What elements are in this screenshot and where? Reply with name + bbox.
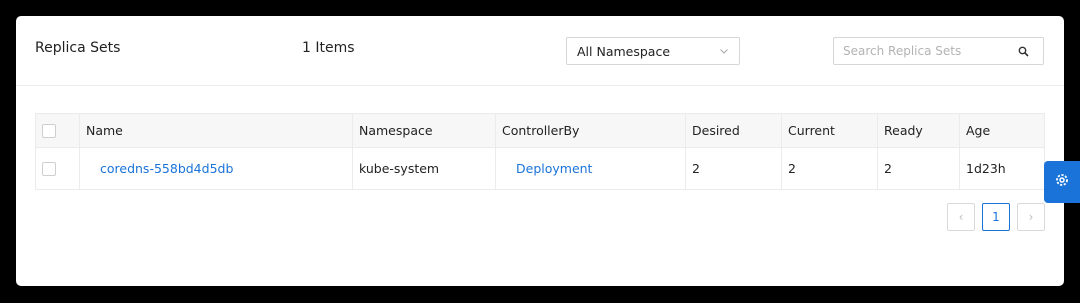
select-all-checkbox[interactable] [42, 124, 56, 139]
search-input[interactable] [834, 38, 1010, 64]
table-row: coredns-558bd4d5db kube-system Deploymen… [35, 147, 1045, 190]
column-header-name[interactable]: Name [79, 113, 353, 148]
column-header-ready[interactable]: Ready [877, 113, 960, 148]
ready-cell: 2 [877, 147, 960, 190]
namespace-select[interactable]: All Namespace [566, 37, 740, 65]
chevron-down-icon [719, 46, 729, 56]
table-header-row: Name Namespace ControllerBy Desired Curr… [35, 113, 1045, 148]
controller-link[interactable]: Deployment [502, 161, 592, 176]
row-select-cell [35, 147, 80, 190]
page-1-button[interactable]: 1 [982, 203, 1010, 231]
prev-page-button[interactable]: ‹ [947, 203, 975, 231]
select-all-cell [35, 113, 80, 148]
age-cell: 1d23h [959, 147, 1045, 190]
page-title: Replica Sets [35, 40, 121, 56]
column-header-current[interactable]: Current [781, 113, 878, 148]
controller-by-cell: Deployment [495, 147, 686, 190]
item-count: 1 Items [302, 40, 355, 56]
column-header-age[interactable]: Age [959, 113, 1045, 148]
next-page-button[interactable]: › [1017, 203, 1045, 231]
column-header-desired[interactable]: Desired [685, 113, 782, 148]
search-icon[interactable] [1010, 38, 1036, 64]
namespace-cell: kube-system [352, 147, 496, 190]
replicaset-name-link[interactable]: coredns-558bd4d5db [86, 161, 233, 176]
name-cell: coredns-558bd4d5db [79, 147, 353, 190]
gear-icon [1054, 172, 1070, 192]
namespace-select-value: All Namespace [577, 43, 671, 59]
row-checkbox[interactable] [42, 162, 56, 177]
replica-sets-table: Name Namespace ControllerBy Desired Curr… [35, 113, 1045, 190]
current-cell: 2 [781, 147, 878, 190]
pagination: ‹ 1 › [947, 203, 1045, 231]
panel-header: Replica Sets 1 Items All Namespace [16, 16, 1064, 86]
replica-sets-panel: Replica Sets 1 Items All Namespace Name … [16, 16, 1064, 286]
column-header-controller-by[interactable]: ControllerBy [495, 113, 686, 148]
desired-cell: 2 [685, 147, 782, 190]
search-box[interactable] [833, 37, 1044, 65]
column-header-namespace[interactable]: Namespace [352, 113, 496, 148]
settings-drawer-tab[interactable] [1044, 161, 1080, 203]
